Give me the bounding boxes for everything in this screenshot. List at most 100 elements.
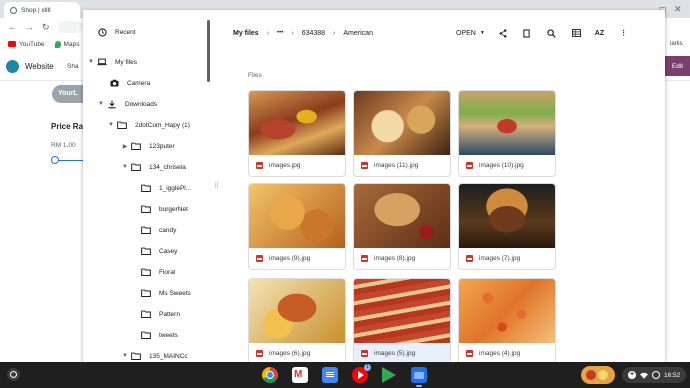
camera-icon [107, 79, 121, 87]
nav-folder-label: 134_chrisela [149, 163, 186, 171]
price-slider-handle[interactable] [51, 156, 59, 164]
open-button[interactable]: OPEN ▼ [456, 30, 485, 37]
clock-time: 16:52 [664, 371, 681, 379]
file-thumbnail-card[interactable]: images (5).jpg [353, 278, 451, 365]
folder-icon [129, 163, 143, 171]
price-slider-track[interactable] [56, 160, 83, 161]
drag-handle-icon[interactable]: ⠿ [214, 182, 219, 190]
nav-recent[interactable]: Recent [95, 22, 136, 42]
nav-folder-item[interactable]: Floral [131, 262, 175, 282]
wifi-icon [640, 372, 648, 379]
youtube-icon[interactable]: 1 [352, 364, 371, 383]
nav-camera[interactable]: Camera [107, 73, 150, 93]
nav-downloads-label: Downloads [125, 100, 158, 108]
more-options-icon[interactable]: ⋮ [620, 29, 627, 37]
file-caption: images (11).jpg [354, 155, 450, 176]
files-icon[interactable] [411, 367, 427, 383]
nav-scrollbar[interactable] [207, 20, 210, 82]
expand-down-icon[interactable]: ▼ [121, 353, 129, 359]
nav-folder-item[interactable]: ▶ 123puter [121, 136, 175, 156]
nav-folder-item[interactable]: ▼ 2dotCom_Hapy (1) [107, 115, 190, 135]
edit-button[interactable]: Edit [665, 56, 690, 76]
play-store-icon[interactable] [382, 367, 396, 383]
chevron-right-icon: › [291, 29, 294, 37]
expand-down-icon[interactable]: ▼ [87, 59, 95, 65]
breadcrumb-current[interactable]: American [343, 30, 373, 37]
chrome-icon[interactable] [262, 367, 278, 383]
back-icon[interactable]: ← [8, 22, 17, 32]
nav-folder-item[interactable]: candy [131, 220, 176, 240]
file-thumbnail-card[interactable]: images (4).jpg [458, 278, 556, 365]
website-name[interactable]: Website [25, 62, 54, 71]
file-name: images (9).jpg [269, 255, 311, 262]
forward-icon[interactable]: → [25, 22, 34, 32]
nav-folder-item[interactable]: burgerNet [131, 199, 188, 219]
nav-folder-item[interactable]: Casey [131, 241, 177, 261]
file-thumbnail-image [459, 91, 555, 155]
file-thumbnail-image [459, 279, 555, 343]
nav-folder-item[interactable]: Ms Sweets [131, 283, 191, 303]
nav-camera-label: Camera [127, 79, 151, 87]
folder-icon [139, 289, 153, 297]
file-thumbnail-image [354, 279, 450, 343]
file-name: images (7).jpg [479, 255, 521, 262]
nav-folder-label: Pattern [159, 310, 180, 318]
close-window-icon[interactable]: ✕ [674, 4, 682, 15]
system-status-tray[interactable]: + 16:52 [622, 367, 687, 383]
file-caption: images (6).jpg [249, 343, 345, 364]
expand-down-icon[interactable]: ▼ [97, 101, 105, 107]
nav-folder-label: Casey [159, 247, 178, 255]
file-name: images (11).jpg [374, 162, 419, 169]
website-nav-link[interactable]: Sha [67, 63, 79, 70]
chevron-right-icon: › [333, 29, 336, 37]
expand-down-icon[interactable]: ▼ [121, 164, 129, 170]
file-name: images (5).jpg [374, 350, 416, 357]
docs-icon[interactable] [322, 367, 338, 383]
nav-folder-label: 123puter [149, 142, 175, 150]
user-avatar-tray[interactable] [581, 366, 615, 384]
file-thumbnail-card[interactable]: images (6).jpg [248, 278, 346, 365]
image-file-icon [361, 255, 368, 262]
files-navigation-pane: Recent ▼ My files Camera ▼ Downloads ▼ 2d… [83, 10, 219, 362]
bookmark-maps[interactable]: Maps [54, 40, 79, 48]
nav-folder-item[interactable]: tweets [131, 325, 178, 345]
file-thumbnail-card[interactable]: images (11).jpg [353, 90, 451, 177]
address-bar[interactable] [57, 21, 82, 33]
expand-down-icon[interactable]: ▼ [107, 122, 115, 128]
file-thumbnail-card[interactable]: images (8).jpg [353, 183, 451, 270]
browser-tab[interactable]: Shop | xllll [4, 2, 80, 18]
file-name: images (8).jpg [374, 255, 416, 262]
file-thumbnail-card[interactable]: images (7).jpg [458, 183, 556, 270]
nav-folder-item[interactable]: ▼ 134_chrisela [121, 157, 186, 177]
price-range-heading: Price Ra [51, 122, 84, 131]
nav-my-files[interactable]: ▼ My files [87, 52, 137, 72]
share-icon[interactable] [499, 28, 507, 38]
nav-folder-item[interactable]: 1_igglePl... [131, 178, 191, 198]
launcher-icon[interactable] [7, 368, 20, 381]
files-toolbar: My files › ••• › 634388 › American OPEN … [233, 20, 665, 46]
expand-right-icon[interactable]: ▶ [121, 143, 129, 150]
delete-icon[interactable] [523, 28, 530, 38]
sort-button[interactable]: AZ [595, 30, 604, 37]
nav-folder-item[interactable]: Pattern [131, 304, 180, 324]
breadcrumb-ellipsis[interactable]: ••• [277, 30, 283, 36]
gmail-icon[interactable]: M [292, 367, 308, 383]
tab-favicon-icon [10, 6, 17, 14]
nav-downloads[interactable]: ▼ Downloads [97, 94, 157, 114]
bookmark-youtube[interactable]: YouTube [8, 41, 45, 48]
file-thumbnail-card[interactable]: images (9).jpg [248, 183, 346, 270]
dropdown-arrow-icon: ▼ [479, 30, 485, 36]
breadcrumb-my-files[interactable]: My files [233, 30, 259, 37]
file-thumbnail-card[interactable]: images (10).jpg [458, 90, 556, 177]
maps-icon [54, 40, 61, 48]
grid-view-icon[interactable] [571, 29, 581, 37]
search-icon[interactable] [547, 28, 556, 38]
breadcrumb-folder[interactable]: 634388 [302, 30, 325, 37]
nav-folder-label: burgerNet [159, 205, 188, 213]
nav-folder-label: 135_MAINCc [149, 352, 188, 360]
reload-icon[interactable]: ↻ [42, 22, 50, 33]
file-thumbnail-card[interactable]: images.jpg [248, 90, 346, 177]
file-name: images.jpg [269, 162, 301, 169]
website-logo-icon [6, 60, 19, 73]
image-file-icon [361, 350, 368, 357]
